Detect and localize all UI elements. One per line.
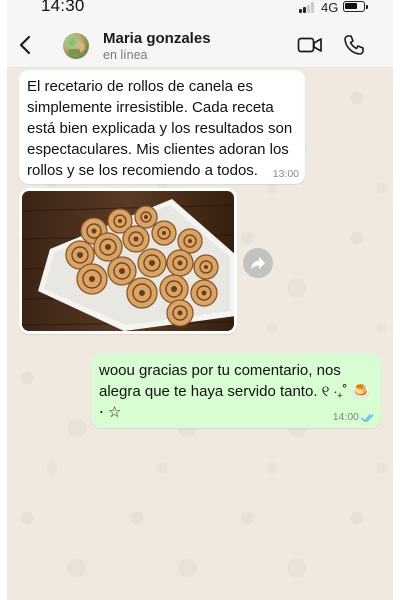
chat-area[interactable]: El recetario de rollos de canela es simp… <box>7 68 393 600</box>
contact-name[interactable]: Maria gonzales <box>103 30 211 47</box>
back-arrow-icon[interactable] <box>17 34 35 56</box>
cinnamon-rolls-photo[interactable] <box>22 191 234 331</box>
status-bar: 14:30 4G <box>7 0 393 22</box>
chat-header: Maria gonzales en línea <box>7 22 393 68</box>
phone-call-icon[interactable] <box>343 34 365 56</box>
video-call-icon[interactable] <box>297 35 323 55</box>
phone-screen: 14:30 4G Maria gonzales en línea El rece… <box>7 0 393 600</box>
incoming-message[interactable]: El recetario de rollos de canela es simp… <box>19 70 305 184</box>
message-text: El recetario de rollos de canela es simp… <box>27 78 293 179</box>
message-time: 14:00 <box>332 411 359 423</box>
signal-icon <box>299 1 317 13</box>
incoming-image-message[interactable] <box>19 188 237 334</box>
status-time: 14:30 <box>41 0 85 15</box>
forward-button[interactable] <box>243 248 273 278</box>
message-time: 13:00 <box>272 168 299 180</box>
battery-icon <box>343 1 368 12</box>
forward-arrow-icon <box>251 257 265 270</box>
contact-status: en línea <box>103 48 148 62</box>
network-label: 4G <box>321 0 339 15</box>
read-ticks-icon <box>361 414 374 422</box>
outgoing-message[interactable]: woou gracias por tu comentario, nos aleg… <box>91 354 381 428</box>
avatar[interactable] <box>63 33 89 59</box>
